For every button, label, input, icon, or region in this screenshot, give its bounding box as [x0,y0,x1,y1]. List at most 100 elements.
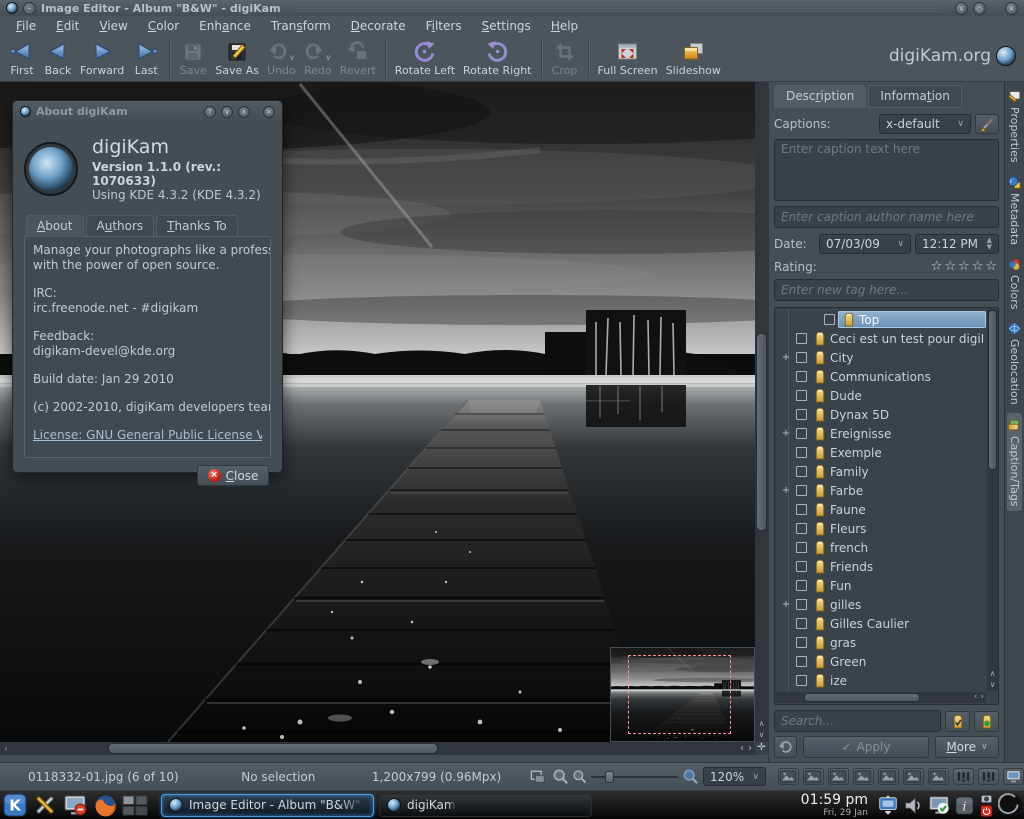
tag-checkbox[interactable] [796,580,807,591]
tag-checkbox[interactable] [796,352,807,363]
star-icon[interactable]: ☆ [972,259,986,274]
tree-expander[interactable]: + [779,428,793,439]
add-tag-button[interactable] [974,711,999,732]
pan-overview[interactable] [610,647,755,742]
toolbar-crop-button[interactable]: Crop [547,38,583,78]
underexposure-warning-button[interactable] [953,768,974,785]
tag-tree-item[interactable]: +City [775,348,986,367]
tag-tree-item[interactable]: Dynax 5D [775,405,986,424]
tag-checkbox[interactable] [796,561,807,572]
view-mode-5-button[interactable] [878,768,899,785]
tag-tree-item[interactable]: Green [775,652,986,671]
panel-tab-information[interactable]: Information [868,85,961,108]
scroll-left-icon[interactable]: ‹ [974,692,978,703]
tag-tree-item[interactable]: Fleurs [775,519,986,538]
tag-checkbox[interactable] [796,428,807,439]
tree-expander[interactable]: + [779,352,793,363]
volume-tray-icon[interactable] [903,795,924,816]
zoom-out-button[interactable] [552,768,569,785]
display-settings-launcher[interactable] [62,792,88,818]
pin-button[interactable]: – [23,2,36,15]
toolbar-rotate-right-button[interactable]: Rotate Right [459,38,535,78]
menu-edit[interactable]: Edit [46,17,89,35]
star-icon[interactable]: ☆ [958,259,972,274]
tag-tree-item[interactable]: Communications [775,367,986,386]
star-icon[interactable]: ☆ [944,259,958,274]
zoom-level-select[interactable]: 120% ∨ [703,767,766,786]
side-tab-geolocation[interactable]: Geolocation [1007,317,1022,410]
overview-selection-rect[interactable] [628,655,731,734]
toolbar-back-button[interactable]: Back [40,38,76,78]
dialog-tab-about[interactable]: About [26,215,84,237]
toolbar-full-screen-button[interactable]: Full Screen [594,38,662,78]
menu-decorate[interactable]: Decorate [341,17,416,35]
menu-transform[interactable]: Transform [261,17,341,35]
tag-tree-item[interactable]: gras [775,633,986,652]
tag-search-input[interactable] [774,710,941,732]
tag-checkbox[interactable] [796,637,807,648]
zoom-slider[interactable] [591,770,678,784]
chevron-down-icon[interactable]: ∨ [289,53,295,62]
camera-icon[interactable] [980,793,993,804]
tree-vertical-scrollbar[interactable]: ∧ ∨ [987,309,998,691]
menu-view[interactable]: View [89,17,137,35]
toolbar-forward-button[interactable]: Forward [76,38,128,78]
menu-filters[interactable]: Filters [416,17,472,35]
maximize-button[interactable]: ◇ [973,2,986,15]
side-tab-properties[interactable]: Properties [1007,85,1022,168]
toolbar-revert-button[interactable]: Revert [336,38,380,78]
apply-button[interactable]: ✓ Apply [803,736,929,758]
canvas-horizontal-scrollbar[interactable]: ‹ ‹ › [0,742,768,755]
rating-stars[interactable]: ☆☆☆☆☆ [931,259,999,274]
menu-settings[interactable]: Settings [472,17,541,35]
tag-checkbox[interactable] [796,504,807,515]
dialog-close-action-button[interactable]: × Close [197,465,269,486]
scroll-left-icon[interactable]: ‹ [0,743,12,754]
date-select[interactable]: 07/03/09 ∨ [819,234,911,254]
updates-tray-icon[interactable] [928,794,950,816]
tag-checkbox[interactable] [796,675,807,686]
scroll-down-icon[interactable]: ∨ [755,729,768,740]
tag-checkbox[interactable] [796,618,807,629]
more-button[interactable]: More ∨ [935,736,999,758]
tag-tree-item[interactable]: +Farbe [775,481,986,500]
tag-tree-item[interactable]: Friends [775,557,986,576]
app-icon[interactable] [6,2,18,14]
tag-checkbox[interactable] [824,314,835,325]
toolbar-save-as-button[interactable]: Save As [211,38,263,78]
view-mode-1-button[interactable] [778,768,799,785]
dialog-help-button[interactable]: ? [204,106,216,118]
star-icon[interactable]: ☆ [985,259,999,274]
menu-color[interactable]: Color [138,17,189,35]
panel-tab-description[interactable]: Description [774,85,866,108]
overexposure-warning-button[interactable] [978,768,999,785]
tag-checkbox[interactable] [796,523,807,534]
edit-tag-button[interactable] [945,711,970,732]
dialog-tab-authors[interactable]: Authors [86,215,155,237]
tag-tree-item[interactable]: Dude [775,386,986,405]
scroll-up-icon[interactable]: ∧ [987,668,998,679]
tree-horizontal-scrollbar[interactable]: ‹ › [776,692,986,703]
tag-tree-item[interactable]: Top [775,310,986,329]
editor-canvas[interactable]: About digiKam ? ∨ ∧ × digiKam Version 1.… [0,82,768,762]
tag-tree-item[interactable]: ize [775,671,986,690]
toolbar-slideshow-button[interactable]: Slideshow [662,38,725,78]
clock[interactable]: 01:59 pm Fri, 29 Jan [801,793,868,818]
tag-checkbox[interactable] [796,409,807,420]
tag-checkbox[interactable] [796,333,807,344]
pager-launcher[interactable] [122,792,148,818]
toolbar-undo-button[interactable]: ∨Undo [263,38,300,78]
shutdown-icon[interactable] [980,805,993,817]
close-button[interactable]: × [1005,2,1018,15]
fit-window-button[interactable] [530,769,546,785]
tree-expander[interactable]: + [779,485,793,496]
scroll-left-icon[interactable]: ‹ [740,743,744,754]
license-link[interactable]: License: GNU General Public License Vers… [33,428,262,442]
tag-tree-item[interactable]: Faune [775,500,986,519]
tag-checkbox[interactable] [796,466,807,477]
tag-tree-item[interactable]: +Jahreszeit [775,690,986,691]
tag-checkbox[interactable] [796,542,807,553]
dialog-shade-button[interactable]: ∧ [238,106,250,118]
menu-file[interactable]: File [6,17,46,35]
toolbar-redo-button[interactable]: ∨Redo [300,38,336,78]
